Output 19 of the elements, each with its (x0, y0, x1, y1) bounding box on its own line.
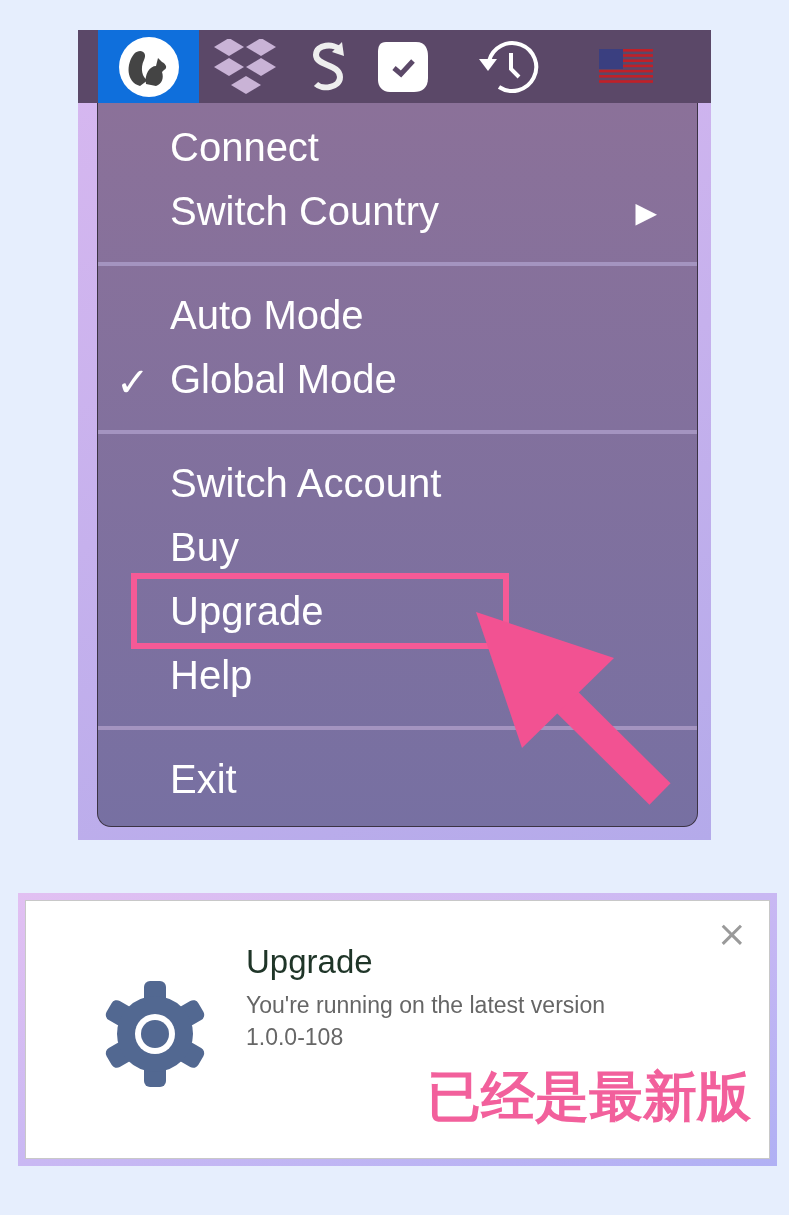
menu-item[interactable]: Exit (170, 747, 237, 811)
menu-item[interactable]: Buy (170, 515, 239, 579)
menu-item[interactable]: Connect (170, 115, 319, 179)
check-bubble-icon (376, 39, 430, 94)
menu-item[interactable]: Help (170, 643, 253, 707)
submenu-arrow: ▶ (635, 196, 657, 229)
menu-item[interactable]: Global Mode (170, 347, 397, 411)
menu-item[interactable]: Switch Account (170, 451, 442, 515)
close-button[interactable]: × (716, 913, 747, 954)
flag-icon (599, 48, 653, 85)
notification-title: Upgrade (246, 943, 374, 981)
version-text: 1.0.0-108 (246, 1023, 345, 1052)
menu-item[interactable]: Upgrade (170, 579, 324, 643)
menu-bar-item[interactable] (98, 30, 199, 103)
menu-item[interactable]: Switch Country (170, 179, 439, 243)
notification-message: You're running on the latest version (246, 991, 605, 1020)
menu-item[interactable]: Auto Mode (170, 283, 364, 347)
caption: 已经是最新版 (427, 1064, 751, 1130)
check-mark: ✓ (116, 359, 150, 405)
